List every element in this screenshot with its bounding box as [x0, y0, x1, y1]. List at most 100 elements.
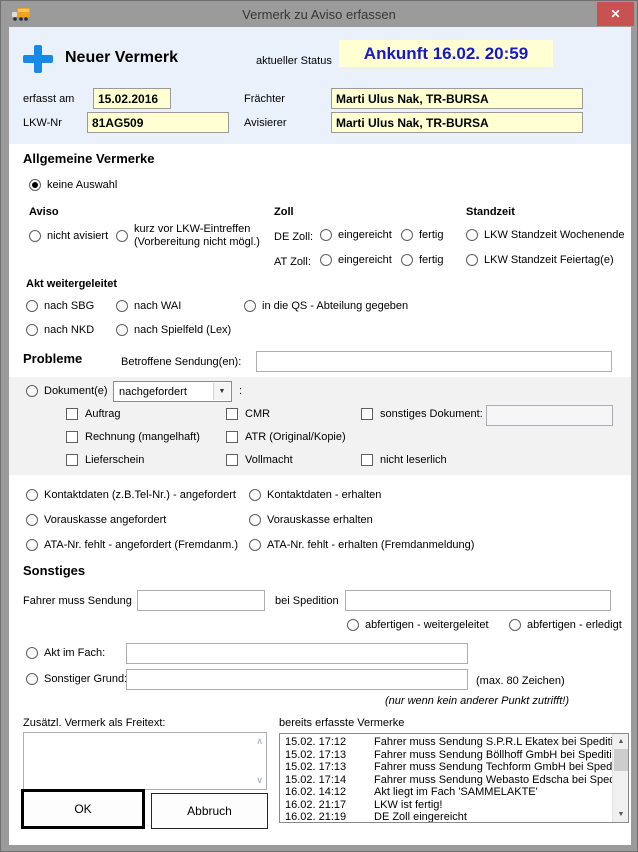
- radio-keine-auswahl[interactable]: keine Auswahl: [29, 179, 117, 191]
- checkbox-atr[interactable]: ATR (Original/Kopie): [226, 431, 346, 443]
- akt-im-fach-field[interactable]: [126, 643, 468, 664]
- radio-nach-nkd[interactable]: nach NKD: [26, 324, 94, 336]
- radio-abfertigen-weitergeleitet[interactable]: abfertigen - weitergeleitet: [347, 619, 489, 631]
- fraechter-field[interactable]: [331, 88, 583, 109]
- radio-label: Vorauskasse angefordert: [44, 514, 166, 526]
- radio-nach-wai[interactable]: nach WAI: [116, 300, 181, 312]
- title-bar: Vermerk zu Aviso erfassen ✕: [1, 1, 637, 27]
- radio-vorauskasse-angefordert[interactable]: Vorauskasse angefordert: [26, 514, 166, 526]
- betroffene-sendungen-label: Betroffene Sendung(en):: [121, 356, 241, 368]
- betroffene-sendungen-field[interactable]: [256, 351, 612, 372]
- radio-nicht-avisiert[interactable]: nicht avisiert: [29, 230, 108, 242]
- section-allgemeine-vermerke: Allgemeine Vermerke: [23, 151, 155, 166]
- scrollbar-up-icon[interactable]: ▲: [613, 734, 629, 749]
- avisierer-field[interactable]: [331, 112, 583, 133]
- ok-button[interactable]: OK: [21, 789, 145, 829]
- radio-circle-icon: [347, 619, 359, 631]
- subsection-akt-weitergeleitet: Akt weitergeleitet: [26, 278, 117, 290]
- max-zeichen-label: (max. 80 Zeichen): [476, 675, 565, 687]
- checkbox-rechnung[interactable]: Rechnung (mangelhaft): [66, 431, 200, 443]
- radio-label-line2: (Vorbereitung nicht mögl.): [134, 236, 260, 249]
- status-label: aktueller Status: [256, 55, 332, 67]
- radio-ata-erhalten[interactable]: ATA-Nr. fehlt - erhalten (Fremdanmeldung…: [249, 539, 474, 551]
- vermerk-time: 15.02. 17:12: [285, 736, 374, 749]
- radio-vorauskasse-erhalten[interactable]: Vorauskasse erhalten: [249, 514, 373, 526]
- radio-circle-icon: [26, 385, 38, 397]
- abbruch-button[interactable]: Abbruch: [151, 793, 268, 829]
- vermerk-text: Fahrer muss Sendung Webasto Edscha bei S…: [374, 774, 628, 787]
- vermerk-text: DE Zoll eingereicht: [374, 811, 485, 823]
- radio-circle-icon: [401, 254, 413, 266]
- radio-kontaktdaten-angefordert[interactable]: Kontaktdaten (z.B.Tel-Nr.) - angefordert: [26, 489, 236, 501]
- radio-akt-im-fach[interactable]: Akt im Fach:: [26, 647, 105, 659]
- vermerk-entry[interactable]: 15.02. 17:13 Fahrer muss Sendung Techfor…: [280, 761, 628, 774]
- radio-nach-spielfeld[interactable]: nach Spielfeld (Lex): [116, 324, 231, 336]
- subsection-zoll: Zoll: [274, 206, 294, 218]
- checkbox-sonstiges-dokument[interactable]: sonstiges Dokument:: [361, 408, 483, 420]
- vermerk-entry[interactable]: 16.02. 21:17 LKW ist fertig!: [280, 799, 628, 812]
- radio-sonstiger-grund[interactable]: Sonstiger Grund:: [26, 673, 127, 685]
- radio-de-zoll-eingereicht[interactable]: eingereicht: [320, 229, 392, 241]
- vermerk-entry[interactable]: 15.02. 17:14 Fahrer muss Sendung Webasto…: [280, 774, 628, 787]
- radio-circle-icon: [29, 230, 41, 242]
- window-title: Vermerk zu Aviso erfassen: [242, 7, 396, 22]
- checkbox-auftrag[interactable]: Auftrag: [66, 408, 120, 420]
- scroll-up-icon[interactable]: ∧: [256, 737, 263, 746]
- vermerk-text: LKW ist fertig!: [374, 799, 460, 812]
- scrollbar-down-icon[interactable]: ▼: [613, 807, 629, 822]
- vermerk-text: Akt liegt im Fach 'SAMMELAKTE': [374, 786, 556, 799]
- checkbox-nicht-leserlich[interactable]: nicht leserlich: [361, 454, 447, 466]
- checkbox-icon: [361, 454, 373, 466]
- radio-at-zoll-fertig[interactable]: fertig: [401, 254, 443, 266]
- radio-dokumente[interactable]: Dokument(e): [26, 385, 108, 397]
- radio-de-zoll-fertig[interactable]: fertig: [401, 229, 443, 241]
- checkbox-vollmacht[interactable]: Vollmacht: [226, 454, 293, 466]
- close-button[interactable]: ✕: [597, 2, 634, 26]
- vermerk-text: Fahrer muss Sendung Techform GmbH bei Sp…: [374, 761, 628, 774]
- fraechter-label: Frächter: [244, 93, 285, 105]
- lkw-nr-field[interactable]: [87, 112, 229, 133]
- radio-abfertigen-erledigt[interactable]: abfertigen - erledigt: [509, 619, 622, 631]
- radio-circle-icon: [26, 673, 38, 685]
- radio-label: fertig: [419, 229, 443, 241]
- radio-qs-abteilung[interactable]: in die QS - Abteilung gegeben: [244, 300, 408, 312]
- checkbox-lieferschein[interactable]: Lieferschein: [66, 454, 144, 466]
- radio-label: Vorauskasse erhalten: [267, 514, 373, 526]
- vermerke-label: bereits erfasste Vermerke: [279, 717, 404, 729]
- scrollbar-thumb[interactable]: [614, 749, 628, 771]
- radio-kontaktdaten-erhalten[interactable]: Kontaktdaten - erhalten: [249, 489, 381, 501]
- section-probleme: Probleme: [23, 351, 82, 366]
- radio-nach-sbg[interactable]: nach SBG: [26, 300, 94, 312]
- avisierer-label: Avisierer: [244, 117, 287, 129]
- vermerk-entry[interactable]: 16.02. 21:19 DE Zoll eingereicht: [280, 811, 628, 823]
- freitext-textarea[interactable]: [24, 733, 266, 789]
- radio-ata-angefordert[interactable]: ATA-Nr. fehlt - angefordert (Fremdanm.): [26, 539, 238, 551]
- radio-standzeit-wochenende[interactable]: LKW Standzeit Wochenende: [466, 229, 624, 241]
- radio-circle-icon: [26, 539, 38, 551]
- sonstiges-dokument-field[interactable]: [486, 405, 613, 426]
- radio-label: eingereicht: [338, 229, 392, 241]
- chevron-down-icon[interactable]: ▼: [213, 383, 230, 400]
- radio-kurz-vor-lkw-eintreffen[interactable]: kurz vor LKW-Eintreffen (Vorbereitung ni…: [116, 223, 260, 249]
- radio-circle-icon: [320, 254, 332, 266]
- checkbox-icon: [361, 408, 373, 420]
- vermerk-time: 15.02. 17:13: [285, 761, 374, 774]
- dokument-status-dropdown[interactable]: nachgefordert ▼: [113, 381, 232, 402]
- checkbox-label: Rechnung (mangelhaft): [85, 431, 200, 443]
- radio-circle-icon: [466, 229, 478, 241]
- radio-circle-icon: [26, 324, 38, 336]
- radio-at-zoll-eingereicht[interactable]: eingereicht: [320, 254, 392, 266]
- radio-standzeit-feiertag[interactable]: LKW Standzeit Feiertag(e): [466, 254, 614, 266]
- subsection-aviso: Aviso: [29, 206, 59, 218]
- spedition-field[interactable]: [345, 590, 611, 611]
- vermerk-entry[interactable]: 16.02. 14:12 Akt liegt im Fach 'SAMMELAK…: [280, 786, 628, 799]
- checkbox-cmr[interactable]: CMR: [226, 408, 270, 420]
- vermerk-entry[interactable]: 15.02. 17:13 Fahrer muss Sendung Böllhof…: [280, 749, 628, 762]
- vermerk-time: 16.02. 21:19: [285, 811, 374, 823]
- vermerk-entry[interactable]: 15.02. 17:12 Fahrer muss Sendung S.P.R.L…: [280, 736, 628, 749]
- fahrer-sendung-field[interactable]: [137, 590, 265, 611]
- erfasst-am-field[interactable]: [93, 88, 171, 109]
- checkbox-icon: [226, 454, 238, 466]
- scroll-down-icon[interactable]: ∨: [256, 776, 263, 785]
- sonstiger-grund-field[interactable]: [126, 669, 468, 690]
